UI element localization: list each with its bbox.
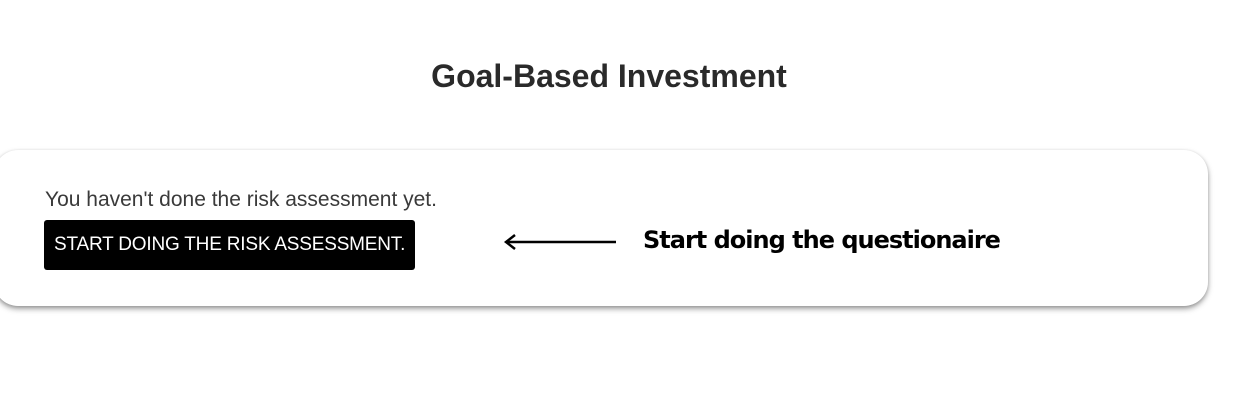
risk-assessment-status-text: You haven't done the risk assessment yet… — [45, 188, 437, 211]
annotation-text: Start doing the questionaire — [643, 226, 1001, 254]
start-risk-assessment-button[interactable]: START DOING THE RISK ASSESSMENT. — [44, 220, 416, 270]
left-arrow-icon — [503, 234, 616, 250]
page-title: Goal-Based Investment — [431, 58, 787, 94]
page: Goal-Based Investment You haven't done t… — [0, 0, 1241, 417]
